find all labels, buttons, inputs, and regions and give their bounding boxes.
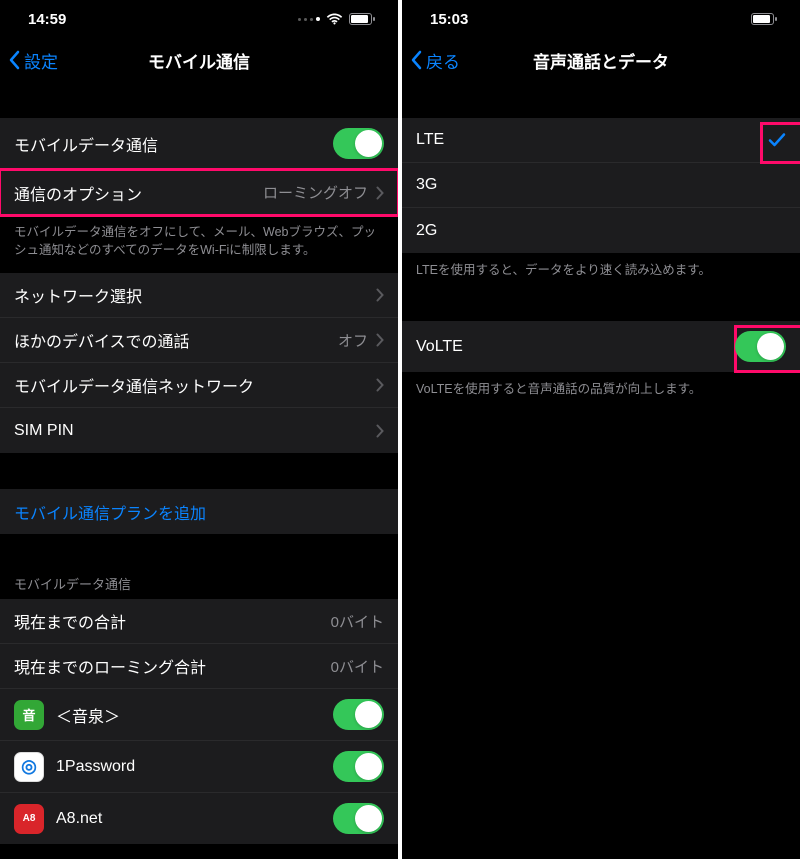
note-lte: LTEを使用すると、データをより速く読み込めます。: [402, 253, 800, 293]
page-title: モバイル通信: [0, 48, 398, 73]
status-icons: [751, 13, 778, 25]
battery-icon: [751, 13, 778, 25]
row-network-select[interactable]: ネットワーク選択: [0, 273, 398, 318]
toggle-app-onsen[interactable]: [333, 699, 384, 730]
content: LTE 3G 2G LTEを使用すると、データをより速く読み込めます。 VoLT…: [402, 82, 800, 859]
row-data-network[interactable]: モバイルデータ通信ネットワーク: [0, 363, 398, 408]
label: 1Password: [56, 758, 135, 776]
group-volte: VoLTE: [402, 321, 800, 372]
page-title: 音声通話とデータ: [402, 48, 800, 73]
status-bar: 15:03: [402, 0, 800, 38]
label: ＜音泉＞: [56, 703, 120, 727]
value: 0バイト: [331, 656, 384, 677]
row-other-device[interactable]: ほかのデバイスでの通話 オフ: [0, 318, 398, 363]
label: モバイルデータ通信ネットワーク: [14, 373, 254, 397]
status-icons: [298, 13, 376, 25]
chevron-left-icon: [410, 50, 422, 70]
label: 現在までの合計: [14, 609, 126, 633]
toggle-mobile-data[interactable]: [333, 128, 384, 159]
battery-icon: [349, 13, 376, 25]
value: オフ: [338, 330, 368, 351]
group-network-type: LTE 3G 2G: [402, 118, 800, 253]
label: ほかのデバイスでの通話: [14, 328, 190, 352]
label: A8.net: [56, 810, 102, 828]
toggle-app-1password[interactable]: [333, 751, 384, 782]
row-lte[interactable]: LTE: [402, 118, 800, 163]
chevron-left-icon: [8, 50, 20, 70]
check-icon: [768, 132, 786, 148]
group-add-plan: モバイル通信プランを追加: [0, 489, 398, 534]
label: 3G: [416, 176, 437, 194]
row-mobile-data[interactable]: モバイルデータ通信: [0, 118, 398, 170]
back-button[interactable]: 戻る: [410, 48, 460, 73]
status-time: 15:03: [430, 11, 468, 28]
label: 現在までのローミング合計: [14, 654, 206, 678]
row-sim-pin[interactable]: SIM PIN: [0, 408, 398, 453]
chevron-right-icon: [376, 424, 384, 438]
note-mobile-data: モバイルデータ通信をオフにして、メール、Webブラウズ、プッシュ通知などのすべて…: [0, 215, 398, 273]
row-volte[interactable]: VoLTE: [402, 321, 800, 372]
back-button[interactable]: 設定: [8, 48, 58, 73]
value: ローミングオフ: [263, 182, 368, 203]
label: 通信のオプション: [14, 181, 142, 205]
status-time: 14:59: [28, 11, 66, 28]
chevron-right-icon: [376, 186, 384, 200]
chevron-right-icon: [376, 333, 384, 347]
label: VoLTE: [416, 338, 463, 356]
group-network: ネットワーク選択 ほかのデバイスでの通話 オフ モバイルデータ通信ネットワーク …: [0, 273, 398, 453]
toggle-volte[interactable]: [735, 331, 786, 362]
row-options[interactable]: 通信のオプション ローミングオフ: [0, 170, 398, 215]
wifi-icon: [326, 13, 343, 25]
status-bar: 14:59: [0, 0, 398, 38]
nav-bar: 設定 モバイル通信: [0, 38, 398, 82]
content: モバイルデータ通信 通信のオプション ローミングオフ モバイルデータ通信をオフに…: [0, 82, 398, 859]
section-header-usage: モバイルデータ通信: [0, 534, 398, 599]
row-app-1password[interactable]: ◎ 1Password: [0, 741, 398, 793]
note-volte: VoLTEを使用すると音声通話の品質が向上します。: [402, 372, 800, 412]
signal-dots-icon: [298, 17, 320, 21]
row-total[interactable]: 現在までの合計 0バイト: [0, 599, 398, 644]
row-3g[interactable]: 3G: [402, 163, 800, 208]
back-label: 戻る: [426, 48, 460, 73]
phone-left: 14:59 設定 モバイル通信 モバイルデータ通信 通信のオプション ローミング…: [0, 0, 398, 859]
row-app-onsen[interactable]: 音 ＜音泉＞: [0, 689, 398, 741]
group-mobile-data: モバイルデータ通信 通信のオプション ローミングオフ: [0, 118, 398, 215]
group-usage: 現在までの合計 0バイト 現在までのローミング合計 0バイト 音 ＜音泉＞ ◎ …: [0, 599, 398, 844]
label: LTE: [416, 131, 444, 149]
phone-right: 15:03 戻る 音声通話とデータ LTE 3G 2G L: [402, 0, 800, 859]
row-roaming-total[interactable]: 現在までのローミング合計 0バイト: [0, 644, 398, 689]
label: ネットワーク選択: [14, 283, 142, 307]
label: モバイル通信プランを追加: [14, 500, 206, 524]
chevron-right-icon: [376, 378, 384, 392]
app-icon-a8net: A8: [14, 804, 44, 834]
toggle-app-a8net[interactable]: [333, 803, 384, 834]
value: 0バイト: [331, 611, 384, 632]
row-2g[interactable]: 2G: [402, 208, 800, 253]
nav-bar: 戻る 音声通話とデータ: [402, 38, 800, 82]
app-icon-1password: ◎: [14, 752, 44, 782]
row-add-plan[interactable]: モバイル通信プランを追加: [0, 489, 398, 534]
app-icon-onsen: 音: [14, 700, 44, 730]
label: SIM PIN: [14, 422, 74, 440]
chevron-right-icon: [376, 288, 384, 302]
back-label: 設定: [24, 48, 58, 73]
row-app-a8net[interactable]: A8 A8.net: [0, 793, 398, 844]
label: 2G: [416, 222, 437, 240]
label: モバイルデータ通信: [14, 132, 158, 156]
